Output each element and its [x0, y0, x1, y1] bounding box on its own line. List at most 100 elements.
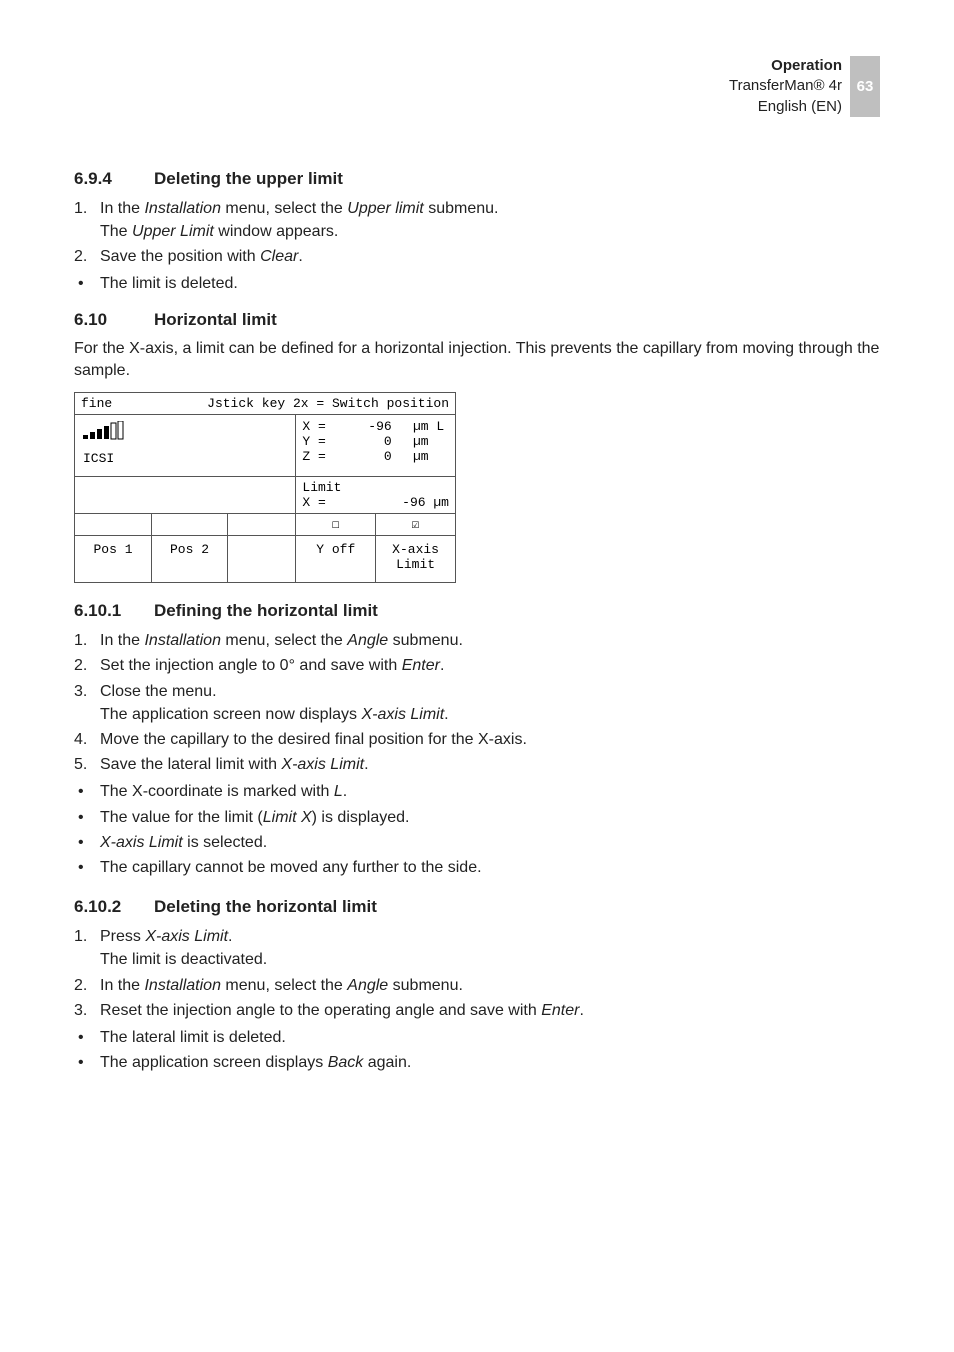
page-number-tab: 63	[850, 56, 880, 117]
text: In the	[100, 632, 144, 649]
bullet: X-axis Limit is selected.	[74, 831, 880, 854]
text: .	[364, 756, 368, 773]
step-4: 4. Move the capillary to the desired fin…	[74, 728, 880, 751]
text: is selected.	[183, 834, 267, 851]
steps-6-10-1: 1. In the Installation menu, select the …	[74, 629, 880, 776]
text: .	[228, 928, 232, 945]
y-val: 0	[354, 434, 392, 449]
section-6-10-number: 6.10	[74, 310, 138, 330]
step-1-line2: The Upper Limit window appears.	[100, 220, 880, 243]
text: The	[100, 223, 132, 240]
text: Save the position with	[100, 248, 260, 265]
text-ital: Enter	[541, 1002, 579, 1019]
section-6-10-para: For the X-axis, a limit can be defined f…	[74, 338, 880, 383]
z-label: Z =	[302, 449, 336, 464]
checkbox-off: ☐	[295, 514, 375, 535]
signal-icon	[83, 421, 129, 441]
softkey-xaxis-limit-l1: X-axis	[392, 542, 439, 557]
limit-unit: µm	[433, 495, 449, 510]
text: Save the lateral limit with	[100, 756, 281, 773]
text: .	[298, 248, 302, 265]
device-row-limit: Limit X = -96 µm	[75, 476, 455, 513]
text: .	[444, 706, 448, 723]
step-2: 2. In the Installation menu, select the …	[74, 974, 880, 997]
page-header: Operation TransferMan® 4r English (EN) 6…	[74, 56, 880, 117]
device-screen-figure: fine Jstick key 2x = Switch position ICS…	[74, 392, 456, 583]
text: .	[343, 783, 347, 800]
section-6-10-2-title: Deleting the horizontal limit	[154, 897, 377, 917]
device-topbar: fine Jstick key 2x = Switch position	[75, 393, 455, 414]
section-6-9-4-number: 6.9.4	[74, 169, 138, 189]
section-6-9-4-title: Deleting the upper limit	[154, 169, 343, 189]
x-unit: µm L	[409, 419, 449, 434]
header-lang: English (EN)	[729, 97, 842, 117]
step-1: 1. In the Installation menu, select the …	[74, 629, 880, 652]
text-ital: Angle	[347, 632, 388, 649]
device-row-checks: ☐ ☑	[75, 513, 455, 535]
section-6-10-title: Horizontal limit	[154, 310, 277, 330]
text: menu, select the	[221, 200, 347, 217]
text: Move the capillary to the desired final …	[100, 731, 527, 748]
softkey-xaxis-limit: X-axis Limit	[375, 536, 455, 582]
device-app-label: ICSI	[83, 451, 287, 466]
header-title: Operation	[729, 56, 842, 76]
text: ) is displayed.	[312, 809, 410, 826]
device-hint: Jstick key 2x = Switch position	[207, 396, 449, 411]
section-6-10-heading: 6.10 Horizontal limit	[74, 310, 880, 330]
text-ital: Upper Limit	[132, 223, 214, 240]
text-ital: Installation	[144, 977, 221, 994]
text-ital: Angle	[347, 977, 388, 994]
limit-val: -96	[402, 495, 425, 510]
text: In the	[100, 200, 144, 217]
text-ital: Limit X	[263, 809, 312, 826]
text: In the	[100, 977, 144, 994]
text: submenu.	[388, 632, 463, 649]
limit-label: Limit X =	[302, 480, 341, 510]
softkey-pos2: Pos 2	[151, 536, 227, 582]
section-6-10-1-title: Defining the horizontal limit	[154, 601, 378, 621]
section-6-10-1-heading: 6.10.1 Defining the horizontal limit	[74, 601, 880, 621]
text-ital: Installation	[144, 632, 221, 649]
bullet: The capillary cannot be moved any furthe…	[74, 856, 880, 879]
text: .	[579, 1002, 583, 1019]
text: menu, select the	[221, 977, 347, 994]
text: The limit is deactivated.	[100, 948, 880, 971]
steps-6-10-2: 1. Press X-axis Limit. The limit is deac…	[74, 925, 880, 1022]
step-marker: 2.	[74, 245, 87, 268]
text-ital: Enter	[402, 657, 440, 674]
text-ital: X-axis Limit	[361, 706, 444, 723]
bullets-6-10-1: The X-coordinate is marked with L. The v…	[74, 780, 880, 879]
text: The application screen displays	[100, 1054, 328, 1071]
section-6-10-2-heading: 6.10.2 Deleting the horizontal limit	[74, 897, 880, 917]
step-3: 3. Reset the injection angle to the oper…	[74, 999, 880, 1022]
device-mode-fine: fine	[81, 396, 112, 411]
section-6-10-2-number: 6.10.2	[74, 897, 138, 917]
limit-value-wrap: -96 µm	[402, 495, 449, 510]
checkbox-on: ☑	[375, 514, 455, 535]
text: window appears.	[214, 223, 339, 240]
device-row-buttons: Pos 1 Pos 2 Y off X-axis Limit	[75, 535, 455, 582]
step-5: 5. Save the lateral limit with X-axis Li…	[74, 753, 880, 776]
text: submenu.	[388, 977, 463, 994]
text-ital: X-axis Limit	[281, 756, 364, 773]
text-ital: Upper limit	[347, 200, 423, 217]
bullets-6-10-2: The lateral limit is deleted. The applic…	[74, 1026, 880, 1074]
text: again.	[363, 1054, 411, 1071]
header-lines: Operation TransferMan® 4r English (EN)	[729, 56, 842, 117]
text: .	[440, 657, 444, 674]
bullet: The limit is deleted.	[74, 272, 880, 295]
page-number: 63	[857, 78, 874, 95]
text: submenu.	[424, 200, 499, 217]
text-ital: X-axis Limit	[100, 834, 183, 851]
softkey-pos1: Pos 1	[75, 536, 151, 582]
text: Reset the injection angle to the operati…	[100, 1002, 541, 1019]
text-ital: Clear	[260, 248, 298, 265]
text: menu, select the	[221, 632, 347, 649]
text-ital: Installation	[144, 200, 221, 217]
text-ital: Back	[328, 1054, 364, 1071]
bullets-6-9-4: The limit is deleted.	[74, 272, 880, 295]
step-marker: 1.	[74, 197, 87, 220]
text-ital: L	[334, 783, 343, 800]
softkey-xaxis-limit-l2: Limit	[396, 557, 435, 572]
softkey-empty	[227, 536, 295, 582]
